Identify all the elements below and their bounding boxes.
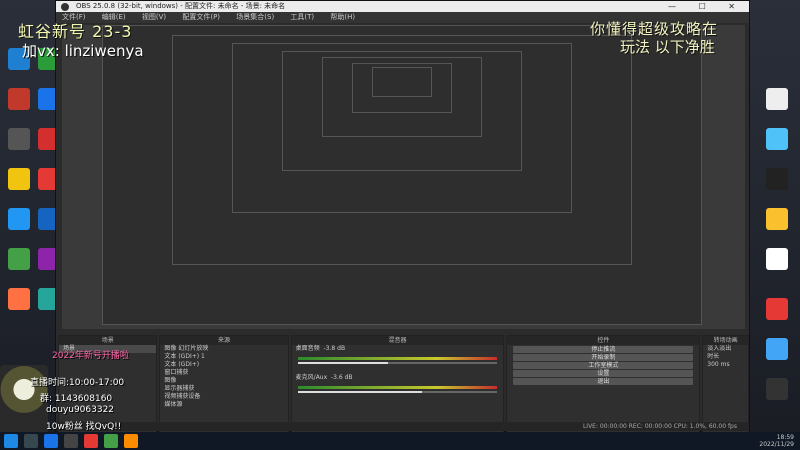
dock-area: 场景 场景 来源 图像 幻灯片放映 文本 (GDI+) 1 文本 (GDI+) … [56, 335, 751, 433]
settings-button[interactable]: 设置 [513, 370, 694, 377]
desktop-app-icon[interactable] [762, 124, 792, 154]
source-item[interactable]: 显示器捕获 [160, 385, 287, 393]
mixer-channel-mic-label: 麦克风/Aux -3.6 dB [292, 374, 504, 382]
source-item[interactable]: 视频捕获设备 [160, 393, 287, 401]
sources-dock-title: 来源 [160, 336, 288, 345]
source-item[interactable]: 图像 幻灯片放映 [160, 345, 287, 353]
recursive-preview-frame [372, 67, 432, 97]
duration-label: 时长 [707, 353, 720, 360]
app-taskbar-icon[interactable] [104, 434, 118, 448]
app-taskbar-icon[interactable] [84, 434, 98, 448]
card-line: 直播时间:10:00-17:00 [30, 378, 125, 388]
volume-slider[interactable] [297, 362, 498, 364]
channel-db: -3.8 dB [323, 345, 346, 352]
browser-icon[interactable] [44, 434, 58, 448]
controls-dock: 控件 停止推流 开始录制 工作室模式 设置 退出 [506, 335, 701, 433]
menu-scene-collection[interactable]: 场景集合(S) [236, 13, 274, 21]
desktop-app-icon[interactable] [762, 164, 792, 194]
menu-help[interactable]: 帮助(H) [330, 13, 355, 21]
streamer-info-card: 2022年新号开播啦 直播时间:10:00-17:00 群: 114360816… [0, 343, 160, 435]
desktop-app-icon[interactable] [4, 84, 34, 114]
obs-logo-icon [61, 3, 69, 11]
controls-dock-title: 控件 [507, 336, 700, 345]
channel-name: 桌面音频 [295, 345, 320, 352]
desktop-app-icon[interactable] [762, 294, 792, 324]
mixer-channel-desktop-label: 桌面音频 -3.8 dB [292, 345, 504, 353]
source-item[interactable]: 图像 [160, 377, 287, 385]
desktop-app-icon[interactable] [4, 244, 34, 274]
source-item[interactable]: 媒体源 [160, 401, 287, 409]
volume-slider[interactable] [297, 391, 498, 393]
volume-level [297, 362, 388, 364]
duration-value[interactable]: 300 ms [703, 361, 748, 369]
start-recording-button[interactable]: 开始录制 [513, 354, 694, 361]
desktop-app-icon[interactable] [762, 244, 792, 274]
mixer-dock-title: 混音器 [291, 336, 504, 345]
card-line: 10w粉丝 找QvQ!! [46, 422, 122, 432]
overlay-wechat: 加vx: linziwenya [22, 42, 144, 60]
source-item[interactable]: 窗口捕获 [160, 369, 287, 377]
volume-level [297, 391, 422, 393]
studio-mode-button[interactable]: 工作室模式 [513, 362, 694, 369]
card-line: 群: 1143608160 [40, 394, 113, 404]
menu-profile[interactable]: 配置文件(P) [182, 13, 220, 21]
channel-db: -3.6 dB [330, 374, 353, 381]
obs-taskbar-icon[interactable] [64, 434, 78, 448]
card-line: 2022年新号开播啦 [52, 351, 129, 361]
desktop-app-icon[interactable] [762, 204, 792, 234]
desktop-app-icon[interactable] [4, 124, 34, 154]
windows-start-icon[interactable] [4, 434, 18, 448]
taskbar: 18:59 2022/11/29 [0, 432, 800, 450]
desktop-app-icon[interactable] [4, 164, 34, 194]
audio-meter [297, 357, 498, 360]
app-taskbar-icon[interactable] [124, 434, 138, 448]
transitions-dock-title: 转场动画 [703, 336, 748, 345]
card-line: douyu9063322 [46, 405, 115, 415]
transition-select[interactable]: 淡入淡出 [703, 345, 748, 353]
desktop-app-icon[interactable] [762, 374, 792, 404]
desktop-app-icon[interactable] [762, 84, 792, 114]
exit-button[interactable]: 退出 [513, 378, 694, 385]
audio-meter [297, 386, 498, 389]
desktop-app-icon[interactable] [4, 204, 34, 234]
transitions-dock: 转场动画 淡入淡出 时长 300 ms [702, 335, 749, 433]
overlay-marquee-2: 玩法 以下净胜 [620, 38, 715, 56]
channel-name: 麦克风/Aux [295, 374, 328, 381]
preview-canvas[interactable] [62, 25, 745, 329]
window-title: OBS 25.0.8 (32-bit, windows) - 配置文件: 未命名… [76, 2, 286, 10]
sources-dock: 来源 图像 幻灯片放映 文本 (GDI+) 1 文本 (GDI+) 窗口捕获 图… [159, 335, 289, 433]
window-titlebar[interactable]: OBS 25.0.8 (32-bit, windows) - 配置文件: 未命名… [56, 1, 749, 12]
clock-time: 18:59 [776, 434, 794, 441]
source-item[interactable]: 文本 (GDI+) 1 [160, 353, 287, 361]
window-controls[interactable]: — ☐ ✕ [668, 1, 745, 12]
system-clock[interactable]: 18:59 2022/11/29 [759, 434, 794, 448]
search-icon[interactable] [24, 434, 38, 448]
desktop-app-icon[interactable] [4, 284, 34, 314]
clock-date: 2022/11/29 [759, 441, 794, 448]
source-item[interactable]: 文本 (GDI+) [160, 361, 287, 369]
menu-view[interactable]: 视图(V) [142, 13, 166, 21]
stop-stream-button[interactable]: 停止推流 [513, 346, 694, 353]
desktop-app-icon[interactable] [762, 334, 792, 364]
overlay-title: 虹谷新号 23-3 [18, 22, 133, 41]
menu-tools[interactable]: 工具(T) [290, 13, 314, 21]
mixer-dock: 混音器 桌面音频 -3.8 dB 麦克风/Aux -3.6 dB [290, 335, 505, 433]
